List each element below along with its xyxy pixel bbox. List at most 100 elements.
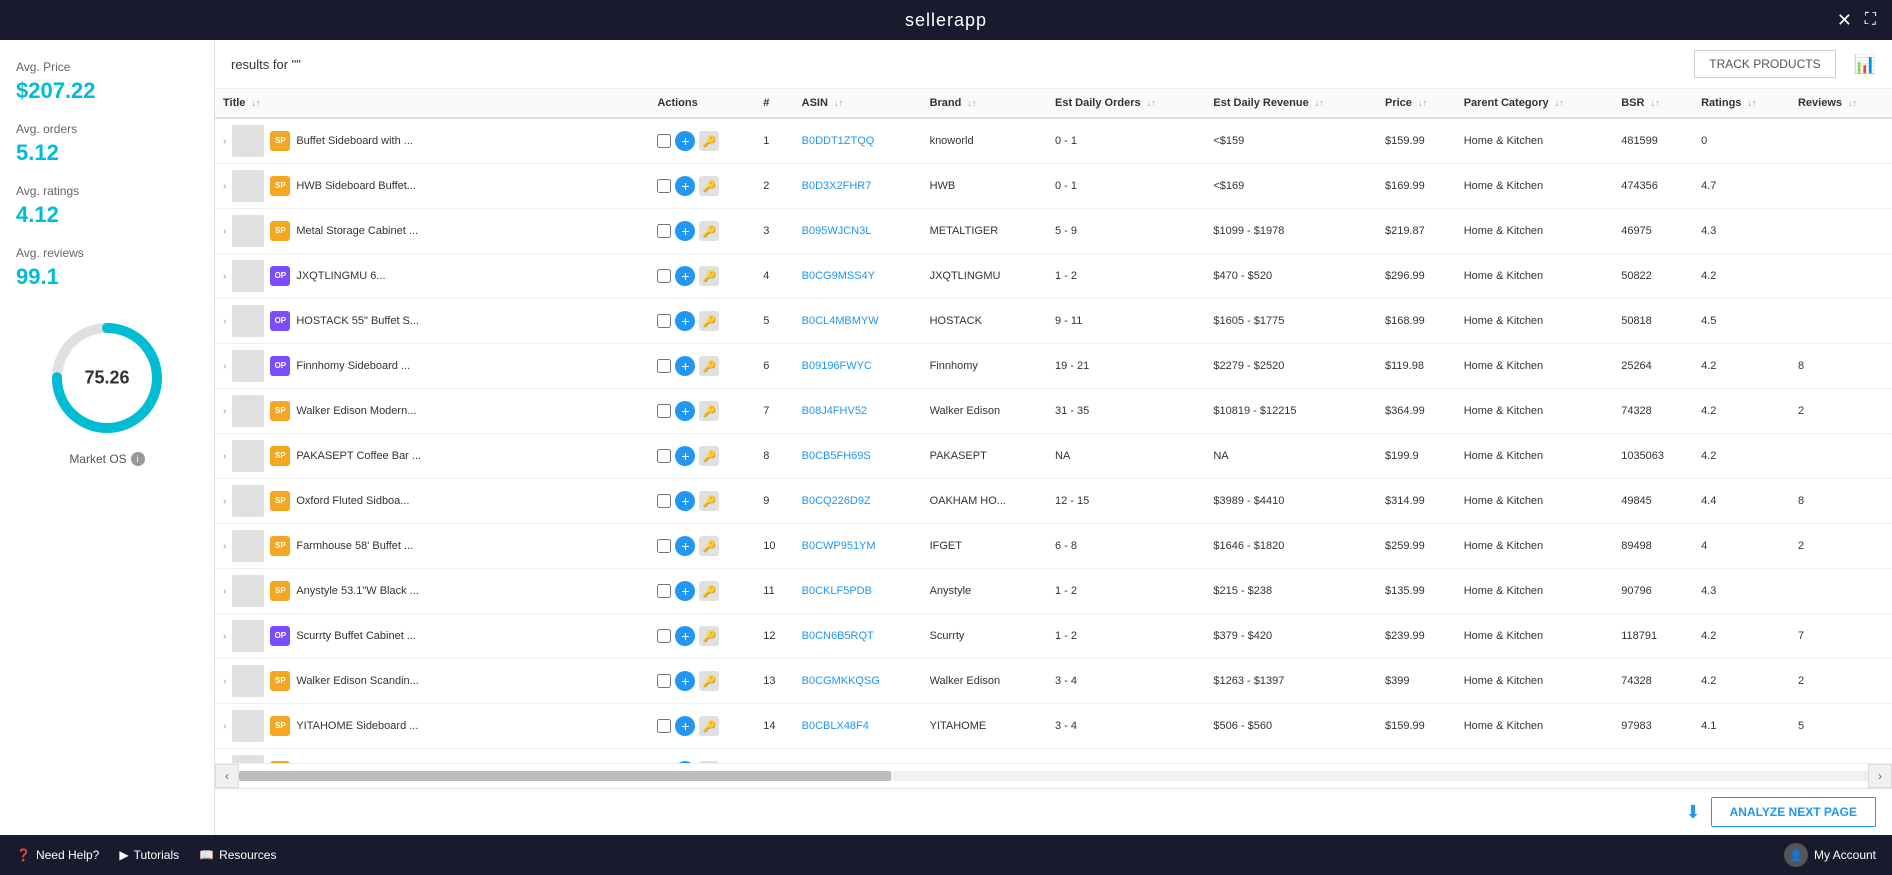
ratings-cell: 4.3 — [1693, 569, 1790, 614]
row-checkbox[interactable] — [657, 584, 671, 598]
row-checkbox[interactable] — [657, 404, 671, 418]
table-wrapper[interactable]: Title ↓↑ Actions # ASIN ↓↑ Brand ↓↑ Est … — [215, 89, 1892, 763]
key-icon[interactable]: 🔑 — [699, 176, 719, 196]
key-icon[interactable]: 🔑 — [699, 491, 719, 511]
download-icon[interactable]: ⬇ — [1686, 802, 1701, 823]
row-checkbox[interactable] — [657, 719, 671, 733]
row-checkbox[interactable] — [657, 539, 671, 553]
asin-link[interactable]: B0CL4MBMYW — [802, 315, 879, 327]
add-icon[interactable]: + — [675, 221, 695, 241]
info-icon[interactable]: i — [131, 452, 145, 466]
expand-chevron[interactable]: › — [223, 721, 226, 732]
add-icon[interactable]: + — [675, 356, 695, 376]
asin-link[interactable]: B0CQ226D9Z — [802, 495, 871, 507]
key-icon[interactable]: 🔑 — [699, 131, 719, 151]
col-price[interactable]: Price ↓↑ — [1377, 89, 1456, 118]
row-checkbox[interactable] — [657, 674, 671, 688]
expand-chevron[interactable]: › — [223, 496, 226, 507]
add-icon[interactable]: + — [675, 401, 695, 421]
brand-cell: HOSTACK — [922, 299, 1047, 344]
add-icon[interactable]: + — [675, 266, 695, 286]
add-icon[interactable]: + — [675, 491, 695, 511]
key-icon[interactable]: 🔑 — [699, 446, 719, 466]
row-checkbox[interactable] — [657, 134, 671, 148]
add-icon[interactable]: + — [675, 311, 695, 331]
asin-link[interactable]: B0CWP951YM — [802, 540, 876, 552]
col-reviews[interactable]: Reviews ↓↑ — [1790, 89, 1892, 118]
key-icon[interactable]: 🔑 — [699, 581, 719, 601]
col-bsr[interactable]: BSR ↓↑ — [1613, 89, 1693, 118]
close-icon[interactable]: ✕ — [1837, 10, 1852, 31]
row-checkbox[interactable] — [657, 179, 671, 193]
add-icon[interactable]: + — [675, 446, 695, 466]
asin-link[interactable]: B0DDT1ZTQQ — [802, 135, 875, 147]
col-brand[interactable]: Brand ↓↑ — [922, 89, 1047, 118]
asin-link[interactable]: B0CB5FH69S — [802, 450, 871, 462]
analyze-next-button[interactable]: ANALYZE NEXT PAGE — [1711, 797, 1876, 827]
key-icon[interactable]: 🔑 — [699, 311, 719, 331]
key-icon[interactable]: 🔑 — [699, 626, 719, 646]
key-icon[interactable]: 🔑 — [699, 221, 719, 241]
tutorials-item[interactable]: ▶ Tutorials — [119, 848, 179, 862]
table-row: › SP Anystyle 53.1"W Black ... + 🔑 11 B0… — [215, 569, 1892, 614]
asin-link[interactable]: B08J4FHV52 — [802, 405, 867, 417]
asin-link[interactable]: B0CGMKKQSG — [802, 675, 880, 687]
asin-link[interactable]: B0CN6B5RQT — [802, 630, 874, 642]
expand-icon[interactable]: ⛶ — [1865, 11, 1876, 29]
horizontal-scrollbar[interactable] — [239, 771, 1868, 781]
need-help-item[interactable]: ❓ Need Help? — [16, 848, 99, 862]
asin-link[interactable]: B09196FWYC — [802, 360, 872, 372]
my-account-item[interactable]: 👤 My Account — [1784, 843, 1876, 867]
expand-chevron[interactable]: › — [223, 541, 226, 552]
col-est-daily-orders[interactable]: Est Daily Orders ↓↑ — [1047, 89, 1205, 118]
asin-link[interactable]: B0D3X2FHR7 — [802, 180, 872, 192]
scroll-right-arrow[interactable]: › — [1868, 764, 1892, 788]
expand-chevron[interactable]: › — [223, 136, 226, 147]
key-icon[interactable]: 🔑 — [699, 266, 719, 286]
scroll-left-arrow[interactable]: ‹ — [215, 764, 239, 788]
expand-chevron[interactable]: › — [223, 586, 226, 597]
key-icon[interactable]: 🔑 — [699, 671, 719, 691]
bar-chart-icon[interactable]: 📊 — [1854, 54, 1876, 75]
expand-chevron[interactable]: › — [223, 226, 226, 237]
col-parent-category[interactable]: Parent Category ↓↑ — [1456, 89, 1614, 118]
expand-chevron[interactable]: › — [223, 406, 226, 417]
row-checkbox[interactable] — [657, 314, 671, 328]
expand-chevron[interactable]: › — [223, 631, 226, 642]
col-asin[interactable]: ASIN ↓↑ — [794, 89, 922, 118]
asin-link[interactable]: B095WJCN3L — [802, 225, 872, 237]
add-icon[interactable]: + — [675, 716, 695, 736]
row-checkbox[interactable] — [657, 269, 671, 283]
key-icon[interactable]: 🔑 — [699, 401, 719, 421]
add-icon[interactable]: + — [675, 131, 695, 151]
expand-chevron[interactable]: › — [223, 316, 226, 327]
resources-item[interactable]: 📖 Resources — [199, 848, 276, 862]
asin-link[interactable]: B0CKLF5PDB — [802, 585, 872, 597]
scrollbar-thumb[interactable] — [239, 771, 891, 781]
key-icon[interactable]: 🔑 — [699, 716, 719, 736]
expand-chevron[interactable]: › — [223, 361, 226, 372]
expand-chevron[interactable]: › — [223, 181, 226, 192]
actions-cell: + 🔑 — [649, 749, 755, 764]
add-icon[interactable]: + — [675, 671, 695, 691]
row-checkbox[interactable] — [657, 224, 671, 238]
add-icon[interactable]: + — [675, 626, 695, 646]
expand-chevron[interactable]: › — [223, 271, 226, 282]
key-icon[interactable]: 🔑 — [699, 356, 719, 376]
key-icon[interactable]: 🔑 — [699, 536, 719, 556]
add-icon[interactable]: + — [675, 581, 695, 601]
row-checkbox[interactable] — [657, 494, 671, 508]
expand-chevron[interactable]: › — [223, 676, 226, 687]
asin-link[interactable]: B0CBLX48F4 — [802, 720, 869, 732]
reviews-cell — [1790, 118, 1892, 164]
row-checkbox[interactable] — [657, 629, 671, 643]
col-est-daily-revenue[interactable]: Est Daily Revenue ↓↑ — [1205, 89, 1377, 118]
add-icon[interactable]: + — [675, 536, 695, 556]
col-ratings[interactable]: Ratings ↓↑ — [1693, 89, 1790, 118]
asin-link[interactable]: B0CG9MSS4Y — [802, 270, 875, 282]
track-products-button[interactable]: TRACK PRODUCTS — [1694, 50, 1835, 78]
row-checkbox[interactable] — [657, 449, 671, 463]
row-checkbox[interactable] — [657, 359, 671, 373]
expand-chevron[interactable]: › — [223, 451, 226, 462]
add-icon[interactable]: + — [675, 176, 695, 196]
